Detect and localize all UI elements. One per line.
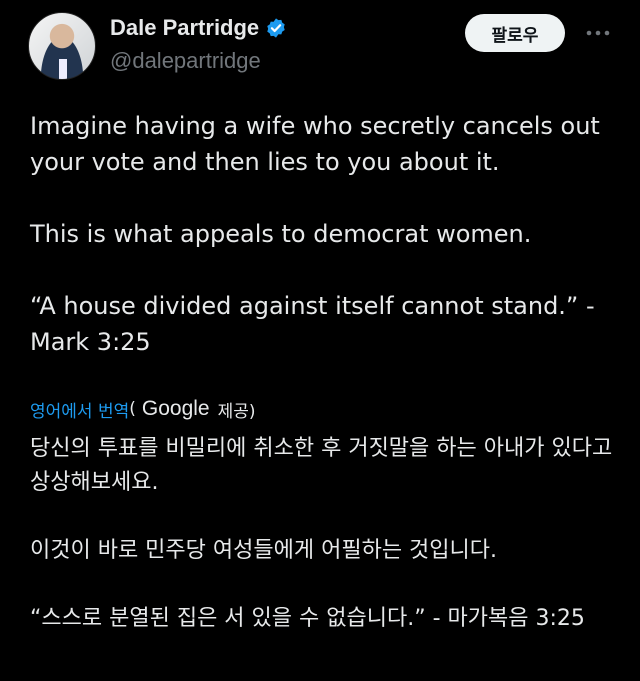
tweet-paragraph: “A house divided against itself cannot s…	[30, 292, 595, 356]
tweet-paragraph: This is what appeals to democrat women.	[30, 220, 532, 248]
translated-paragraph: 이것이 바로 민주당 여성들에게 어필하는 것입니다.	[30, 538, 498, 563]
follow-button[interactable]: 팔로우	[465, 14, 565, 52]
translated-text: 당신의 투표를 비밀리에 취소한 후 거짓말을 하는 아내가 있다고 상상해보세…	[30, 432, 615, 636]
more-options-button[interactable]	[578, 18, 618, 48]
translation-attribution: 영어에서 번역 ( Google 제공)	[30, 394, 256, 424]
avatar[interactable]	[28, 12, 96, 80]
translated-paragraph: “스스로 분열된 집은 서 있을 수 없습니다.” - 마가복음 3:25	[30, 606, 585, 631]
more-dots-icon	[586, 30, 610, 36]
tweet-text: Imagine having a wife who secretly cance…	[30, 108, 615, 360]
open-paren: (	[129, 399, 136, 419]
author-handle[interactable]: @dalepartridge	[110, 48, 261, 74]
google-logo: Google	[141, 397, 210, 420]
tweet-paragraph: Imagine having a wife who secretly cance…	[30, 112, 600, 176]
translated-paragraph: 당신의 투표를 비밀리에 취소한 후 거짓말을 하는 아내가 있다고 상상해보세…	[30, 436, 613, 495]
author-name-row: Dale Partridge	[110, 14, 287, 42]
tweet-header: Dale Partridge @dalepartridge 팔로우	[0, 0, 640, 90]
author-display-name[interactable]: Dale Partridge	[110, 15, 259, 41]
avatar-detail	[59, 59, 67, 79]
provided-label: 제공)	[217, 401, 256, 422]
translated-from-link[interactable]: 영어에서 번역	[30, 397, 129, 422]
verified-badge-icon	[267, 18, 285, 38]
